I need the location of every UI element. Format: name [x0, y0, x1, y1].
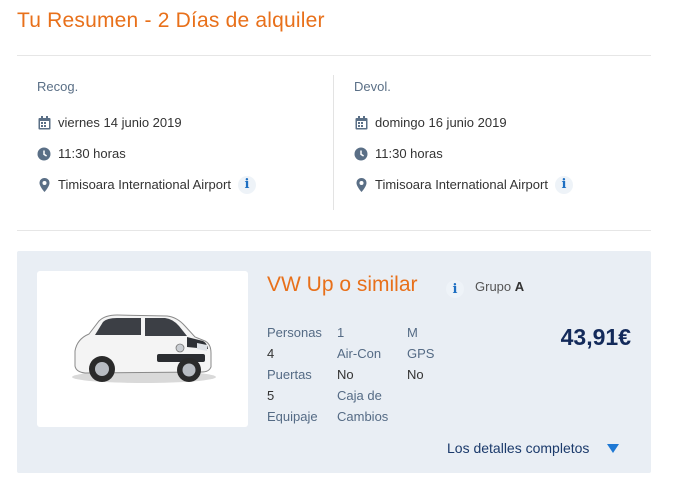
pickup-column: Recog. viernes 14 junio 2019 11:30 horas… [37, 76, 256, 200]
return-time-row: 11:30 horas [354, 138, 573, 169]
group-label: Grupo [475, 279, 512, 294]
return-date-row: domingo 16 junio 2019 [354, 107, 573, 138]
details-link[interactable]: Los detalles completos [447, 440, 589, 456]
calendar-icon [354, 115, 368, 130]
pickup-date-row: viernes 14 junio 2019 [37, 107, 256, 138]
divider-middle [17, 230, 651, 231]
car-name: VW Up o similar [267, 273, 418, 296]
location-pin-icon [37, 177, 51, 192]
return-column: Devol. domingo 16 junio 2019 11:30 horas… [354, 76, 573, 200]
return-heading: Devol. [354, 79, 391, 94]
divider-top [17, 55, 651, 56]
clock-icon [354, 147, 368, 161]
info-icon[interactable]: i [237, 175, 256, 194]
details-toggle[interactable]: Los detalles completos [447, 440, 620, 456]
pickup-time-row: 11:30 horas [37, 138, 256, 169]
clock-icon [37, 147, 51, 161]
spec-item: Puertas [267, 367, 312, 382]
spec-item: M [407, 325, 418, 340]
spec-item: Equipaje [267, 409, 318, 424]
info-icon[interactable]: i [554, 175, 573, 194]
return-location-row: Timisoara International Airport i [354, 169, 573, 200]
spec-item: 1 [337, 325, 345, 340]
calendar-icon [37, 115, 51, 130]
specs-column-3: M GPS No [407, 322, 434, 385]
specs-column-2: 1 Air-Con No Caja de Cambios [337, 322, 388, 427]
group-value: A [514, 279, 525, 294]
info-icon[interactable]: i [446, 280, 464, 298]
spec-item: 4 [267, 346, 275, 361]
pickup-time: 11:30 horas [58, 146, 126, 161]
location-pin-icon [354, 177, 368, 192]
spec-item: 5 [267, 388, 275, 403]
return-date: domingo 16 junio 2019 [375, 115, 507, 130]
spec-item: Air-Con [337, 346, 382, 361]
pickup-location: Timisoara International Airport [58, 177, 231, 192]
pickup-date: viernes 14 junio 2019 [58, 115, 182, 130]
spec-item: No [337, 367, 354, 382]
car-image [37, 271, 248, 427]
car-group: Grupo A [475, 279, 524, 294]
pickup-heading: Recog. [37, 79, 79, 94]
price: 43,91€ [560, 324, 631, 350]
triangle-down-icon[interactable] [607, 443, 620, 453]
pickup-location-row: Timisoara International Airport i [37, 169, 256, 200]
return-time: 11:30 horas [375, 146, 443, 161]
summary-title: Tu Resumen - 2 Días de alquiler [17, 9, 325, 32]
spec-item: Cambios [337, 409, 389, 424]
column-divider [333, 75, 334, 210]
car-card: VW Up o similar i Grupo A Personas 4 Pue… [17, 251, 651, 473]
return-location: Timisoara International Airport [375, 177, 548, 192]
spec-item: GPS [407, 346, 435, 361]
spec-item: Caja de [337, 388, 382, 403]
spec-item: Personas [267, 325, 322, 340]
spec-item: No [407, 367, 424, 382]
specs-column-1: Personas 4 Puertas 5 Equipaje [267, 322, 322, 427]
